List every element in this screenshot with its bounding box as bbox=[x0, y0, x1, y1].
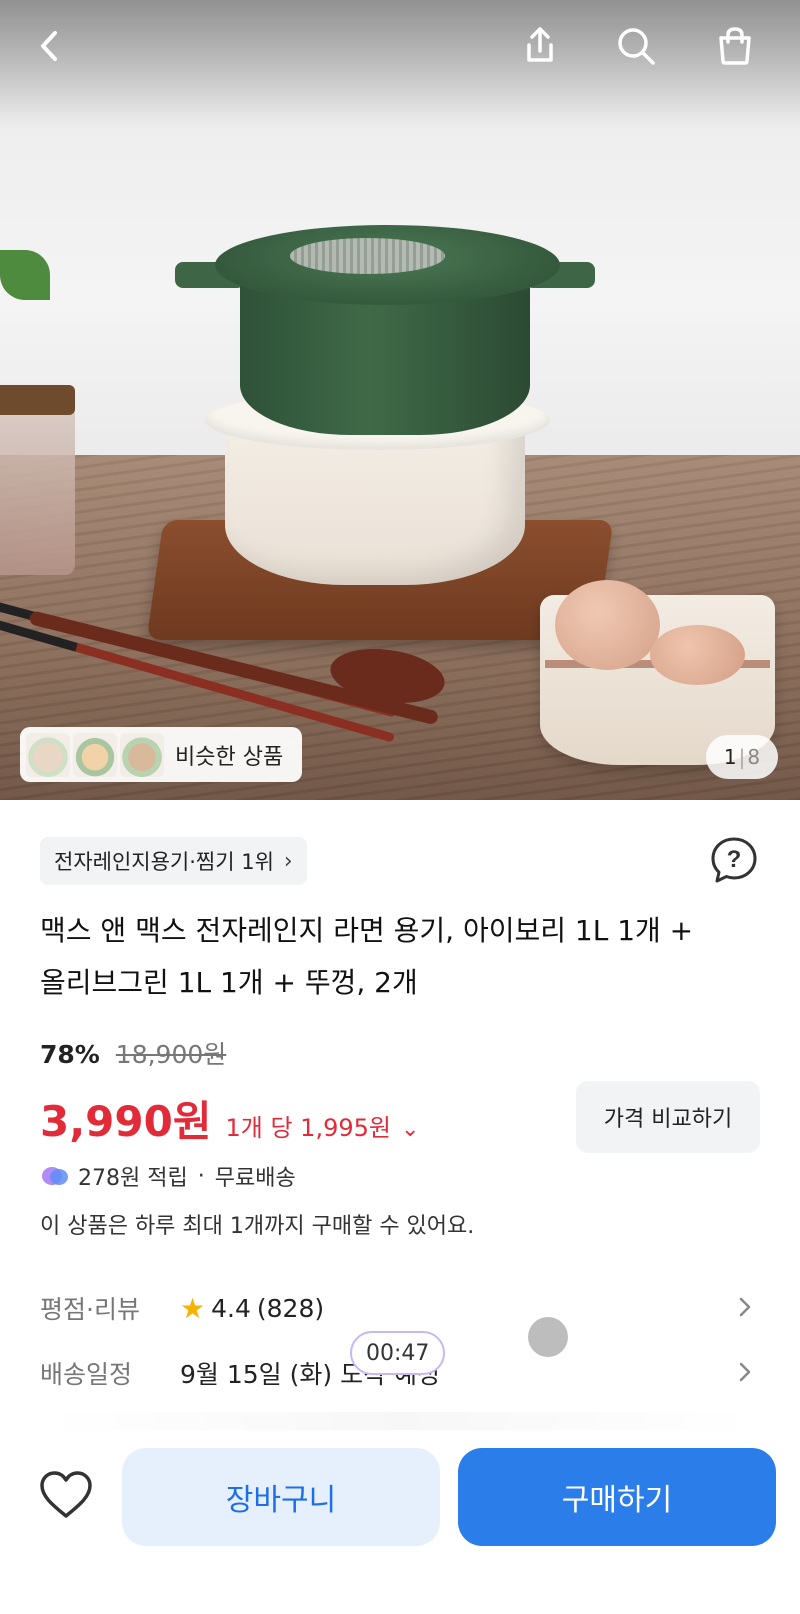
image-lid-vent bbox=[290, 238, 445, 274]
chevron-left-icon bbox=[41, 31, 57, 61]
share-button[interactable] bbox=[514, 20, 566, 72]
sale-price: 3,990원 bbox=[40, 1097, 212, 1146]
touch-indicator bbox=[528, 1317, 568, 1357]
unit-price[interactable]: 1개 당 1,995원 bbox=[226, 1108, 391, 1143]
chevron-right-icon: › bbox=[283, 848, 293, 874]
product-title-line: 올리브그린 1L 1개 + 뚜껑, 2개 bbox=[40, 966, 418, 999]
back-button[interactable] bbox=[24, 20, 76, 72]
discount-row: 78% 18,900원 bbox=[40, 1035, 226, 1071]
product-image[interactable] bbox=[0, 0, 800, 800]
star-icon: ★ bbox=[180, 1291, 206, 1325]
similar-thumbnail bbox=[120, 732, 164, 777]
cart-button[interactable] bbox=[709, 20, 761, 72]
rank-badge-label: 전자레인지용기·찜기 1위 bbox=[54, 850, 274, 874]
review-count: (828) bbox=[256, 1293, 325, 1323]
rating-review-row[interactable]: 평점·리뷰 ★ 4.4 (828) bbox=[40, 1286, 760, 1330]
similar-products-button[interactable]: 비슷한 상품 bbox=[20, 727, 302, 782]
page-total: 8 bbox=[747, 745, 761, 769]
image-egg bbox=[555, 580, 660, 670]
delivery-row-label: 배송일정 bbox=[40, 1360, 133, 1389]
price-row: 3,990원 1개 당 1,995원 ⌄ bbox=[40, 1088, 419, 1149]
heart-icon[interactable] bbox=[36, 1466, 96, 1526]
shipping-text: 무료배송 bbox=[214, 1166, 296, 1191]
bottom-action-bar: 장바구니 구매하기 bbox=[0, 1430, 800, 1614]
original-price: 18,900원 bbox=[115, 1040, 227, 1069]
image-page-counter: 1 | 8 bbox=[706, 735, 778, 779]
points-shipping-row: 278원 적립 · 무료배송 bbox=[40, 1160, 296, 1192]
rating-row-label: 평점·리뷰 bbox=[40, 1295, 140, 1324]
product-title-line: 맥스 앤 맥스 전자레인지 라면 용기, 아이보리 1L 1개 + bbox=[40, 914, 694, 947]
search-icon bbox=[618, 28, 655, 65]
page-separator: | bbox=[738, 745, 746, 769]
discount-percent: 78% bbox=[40, 1040, 100, 1069]
price-compare-button[interactable]: 가격 비교하기 bbox=[576, 1081, 760, 1153]
image-jar-lid bbox=[0, 385, 75, 415]
image-jar bbox=[0, 390, 75, 575]
image-plant bbox=[0, 250, 50, 300]
image-egg bbox=[650, 625, 745, 685]
page-current: 1 bbox=[723, 745, 737, 769]
chevron-right-icon bbox=[739, 1362, 751, 1382]
similar-products-label: 비슷한 상품 bbox=[175, 744, 284, 770]
search-button[interactable] bbox=[610, 20, 662, 72]
similar-thumbnail bbox=[26, 732, 70, 777]
timer-badge: 00:47 bbox=[350, 1331, 446, 1375]
rating-value: ★ 4.4 (828) bbox=[180, 1292, 324, 1325]
product-title: 맥스 앤 맥스 전자레인지 라면 용기, 아이보리 1L 1개 + 올리브그린 … bbox=[40, 905, 770, 1009]
top-bar bbox=[0, 0, 800, 95]
add-to-cart-button[interactable]: 장바구니 bbox=[122, 1448, 440, 1546]
faded-content bbox=[40, 1412, 760, 1432]
share-icon bbox=[527, 27, 553, 62]
purchase-limit-note: 이 상품은 하루 최대 1개까지 구매할 수 있어요. bbox=[40, 1214, 475, 1239]
category-rank-badge[interactable]: 전자레인지용기·찜기 1위 › bbox=[40, 837, 307, 885]
points-text: 278원 적립 bbox=[78, 1166, 188, 1191]
separator-dot: · bbox=[197, 1163, 205, 1189]
buy-now-button[interactable]: 구매하기 bbox=[458, 1448, 776, 1546]
similar-thumbnail bbox=[73, 732, 117, 777]
points-icon bbox=[40, 1165, 70, 1187]
rating-score: 4.4 bbox=[211, 1293, 251, 1323]
chevron-right-icon bbox=[739, 1297, 751, 1317]
help-chat-icon[interactable]: ? bbox=[708, 834, 760, 886]
chevron-down-icon[interactable]: ⌄ bbox=[401, 1117, 419, 1142]
svg-text:?: ? bbox=[727, 846, 742, 873]
shopping-bag-icon bbox=[719, 27, 751, 65]
